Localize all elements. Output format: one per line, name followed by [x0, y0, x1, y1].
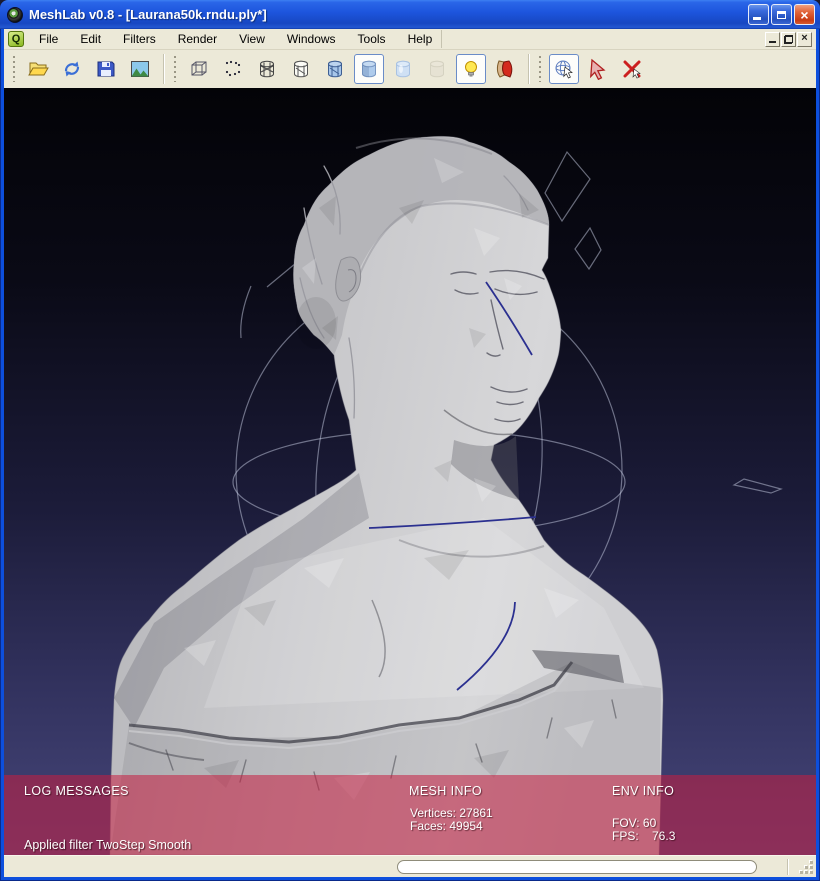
minimize-button[interactable]: [748, 4, 769, 25]
toolbar-separator: [528, 54, 530, 84]
meshlab-logo-icon: [7, 7, 23, 23]
flat-lines-icon: [324, 58, 346, 80]
mdi-close-button[interactable]: ×: [797, 32, 812, 47]
log-panel-title: LOG MESSAGES: [24, 784, 129, 798]
close-icon: ×: [800, 8, 808, 22]
trackball-manipulator-icon: [553, 58, 575, 80]
open-folder-icon: [27, 58, 49, 80]
minimize-icon: [753, 17, 761, 20]
meshlab-window: MeshLab v0.8 - [Laurana50k.rndu.ply*] × …: [0, 0, 820, 881]
flat-lines-mode-button[interactable]: [320, 54, 350, 84]
maximize-button[interactable]: [771, 4, 792, 25]
fps-value: FPS: 76.3: [612, 829, 675, 843]
open-mesh-button[interactable]: [23, 54, 53, 84]
trackball-handle-diamond: [734, 479, 781, 493]
statusbar-separator: [787, 859, 789, 875]
bounding-box-icon: [188, 58, 210, 80]
hidden-lines-mode-button[interactable]: [286, 54, 316, 84]
points-icon: [222, 58, 244, 80]
document-icon[interactable]: Q: [8, 31, 24, 47]
mdi-minimize-icon: [769, 41, 776, 43]
fov-value: FOV: 60: [612, 816, 656, 830]
menu-windows[interactable]: Windows: [276, 30, 347, 48]
texture-mode-button: [422, 54, 452, 84]
delete-x-icon: [621, 58, 643, 80]
close-button[interactable]: ×: [794, 4, 815, 25]
texture-icon: [426, 58, 448, 80]
light-toggle-button[interactable]: [456, 54, 486, 84]
viewport-3d[interactable]: LOG MESSAGES MESH INFO ENV INFO Vertices…: [4, 88, 816, 855]
laurana-bust-mesh: [110, 136, 663, 855]
mdi-minimize-button[interactable]: [765, 32, 780, 47]
reload-mesh-button[interactable]: [57, 54, 87, 84]
snapshot-button[interactable]: [125, 54, 155, 84]
save-mesh-button[interactable]: [91, 54, 121, 84]
trackball-handle-diamond: [575, 228, 601, 269]
faces-count: Faces: 49954: [410, 819, 483, 833]
pick-button[interactable]: [583, 54, 613, 84]
menu-render[interactable]: Render: [167, 30, 228, 48]
backface-culling-button[interactable]: [490, 54, 520, 84]
mdi-close-icon: ×: [801, 33, 807, 44]
resize-grip-icon[interactable]: [800, 861, 814, 875]
mesh-panel-title: MESH INFO: [409, 784, 482, 798]
light-icon: [460, 58, 482, 80]
smooth-shading-mode-button[interactable]: [388, 54, 418, 84]
titlebar[interactable]: MeshLab v0.8 - [Laurana50k.rndu.ply*] ×: [0, 0, 820, 29]
toolbar-separator: [163, 54, 165, 84]
mdi-restore-button[interactable]: [781, 32, 796, 47]
trackball-manipulator-button[interactable]: [549, 54, 579, 84]
window-title: MeshLab v0.8 - [Laurana50k.rndu.ply*]: [29, 7, 748, 22]
toolbar: [4, 50, 816, 88]
pick-arrow-icon: [587, 58, 609, 80]
statusbar: [4, 855, 816, 877]
menubar: Q File Edit Filters Render View Windows …: [4, 29, 816, 50]
bounding-box-mode-button[interactable]: [184, 54, 214, 84]
smooth-shading-icon: [392, 58, 414, 80]
reload-icon: [61, 58, 83, 80]
toolbar-drag-handle[interactable]: [173, 56, 177, 82]
flat-shading-icon: [358, 58, 380, 80]
progress-bar: [397, 860, 757, 874]
save-floppy-icon: [95, 58, 117, 80]
log-message: Applied filter TwoStep Smooth: [24, 838, 191, 852]
hidden-lines-icon: [290, 58, 312, 80]
menu-view[interactable]: View: [228, 30, 276, 48]
menu-edit[interactable]: Edit: [69, 30, 112, 48]
menu-tools[interactable]: Tools: [347, 30, 397, 48]
mesh-scene: [4, 88, 816, 855]
env-panel-title: ENV INFO: [612, 784, 674, 798]
snapshot-icon: [129, 58, 151, 80]
flat-shading-mode-button[interactable]: [354, 54, 384, 84]
points-mode-button[interactable]: [218, 54, 248, 84]
backface-culling-icon: [494, 58, 516, 80]
trackball-handle-diamond: [545, 152, 590, 221]
wireframe-mode-button[interactable]: [252, 54, 282, 84]
toolbar-drag-handle[interactable]: [538, 56, 542, 82]
menu-help[interactable]: Help: [397, 30, 444, 48]
toolbar-drag-handle[interactable]: [12, 56, 16, 82]
mdi-restore-icon: [785, 36, 792, 43]
wireframe-icon: [256, 58, 278, 80]
vertices-count: Vertices: 27861: [410, 806, 493, 820]
maximize-icon: [777, 11, 786, 19]
menu-file[interactable]: File: [28, 30, 69, 48]
delete-button[interactable]: [617, 54, 647, 84]
menu-filters[interactable]: Filters: [112, 30, 167, 48]
